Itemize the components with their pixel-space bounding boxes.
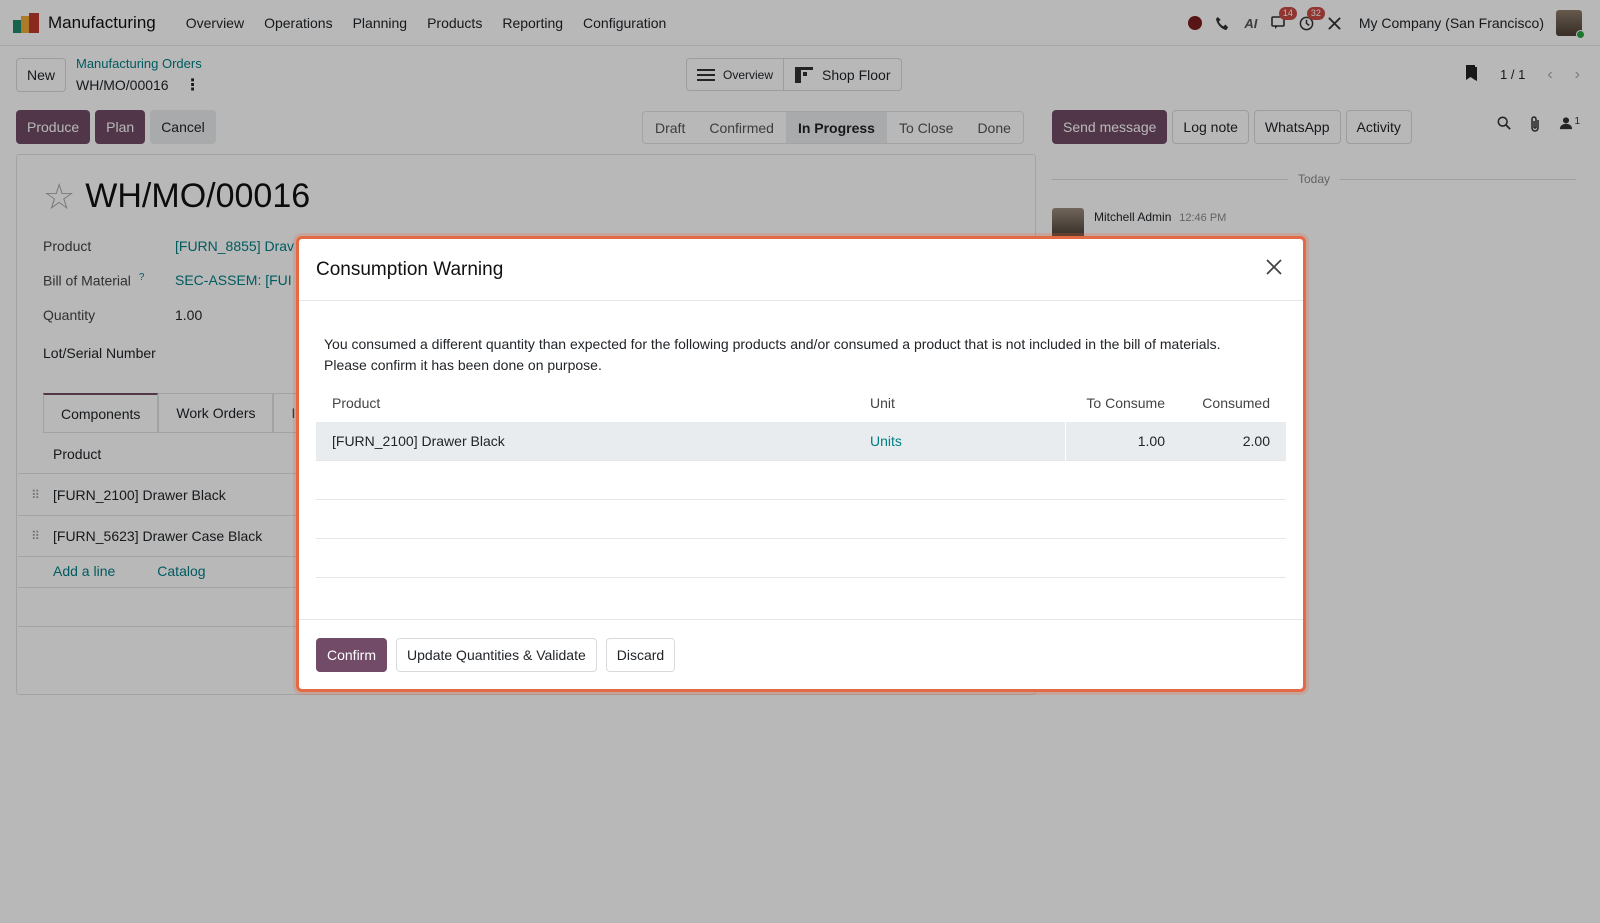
column-unit[interactable]: Unit xyxy=(865,395,1065,411)
column-consumed[interactable]: Consumed xyxy=(1171,395,1286,411)
confirm-button[interactable]: Confirm xyxy=(316,637,388,672)
row-to-consume: 1.00 xyxy=(1065,421,1171,461)
table-header: Product Unit To Consume Consumed xyxy=(316,384,1286,422)
table-row-empty xyxy=(316,461,1286,500)
column-product[interactable]: Product xyxy=(316,395,865,411)
table-row[interactable]: [FURN_2100] Drawer Black Units 1.00 2.00 xyxy=(316,421,1286,461)
row-unit[interactable]: Units xyxy=(865,433,1065,449)
consumption-warning-dialog: Consumption Warning You consumed a diffe… xyxy=(296,236,1306,692)
warning-message-line-2: Please confirm it has been done on purpo… xyxy=(324,357,602,373)
warning-message: You consumed a different quantity than e… xyxy=(324,334,1274,376)
discard-button[interactable]: Discard xyxy=(605,637,676,672)
column-to-consume[interactable]: To Consume xyxy=(1065,395,1171,411)
warning-message-line-1: You consumed a different quantity than e… xyxy=(324,336,1221,352)
row-consumed: 2.00 xyxy=(1242,433,1270,449)
consumption-table: Product Unit To Consume Consumed [FURN_2… xyxy=(316,384,1286,578)
modal-header: Consumption Warning xyxy=(299,239,1303,301)
update-quantities-validate-button[interactable]: Update Quantities & Validate xyxy=(396,637,597,672)
table-row-empty xyxy=(316,539,1286,578)
modal-footer: Confirm Update Quantities & Validate Dis… xyxy=(299,619,1303,689)
modal-title: Consumption Warning xyxy=(316,258,504,280)
table-row-empty xyxy=(316,500,1286,539)
close-icon[interactable] xyxy=(1265,257,1283,281)
row-product: [FURN_2100] Drawer Black xyxy=(332,433,505,449)
